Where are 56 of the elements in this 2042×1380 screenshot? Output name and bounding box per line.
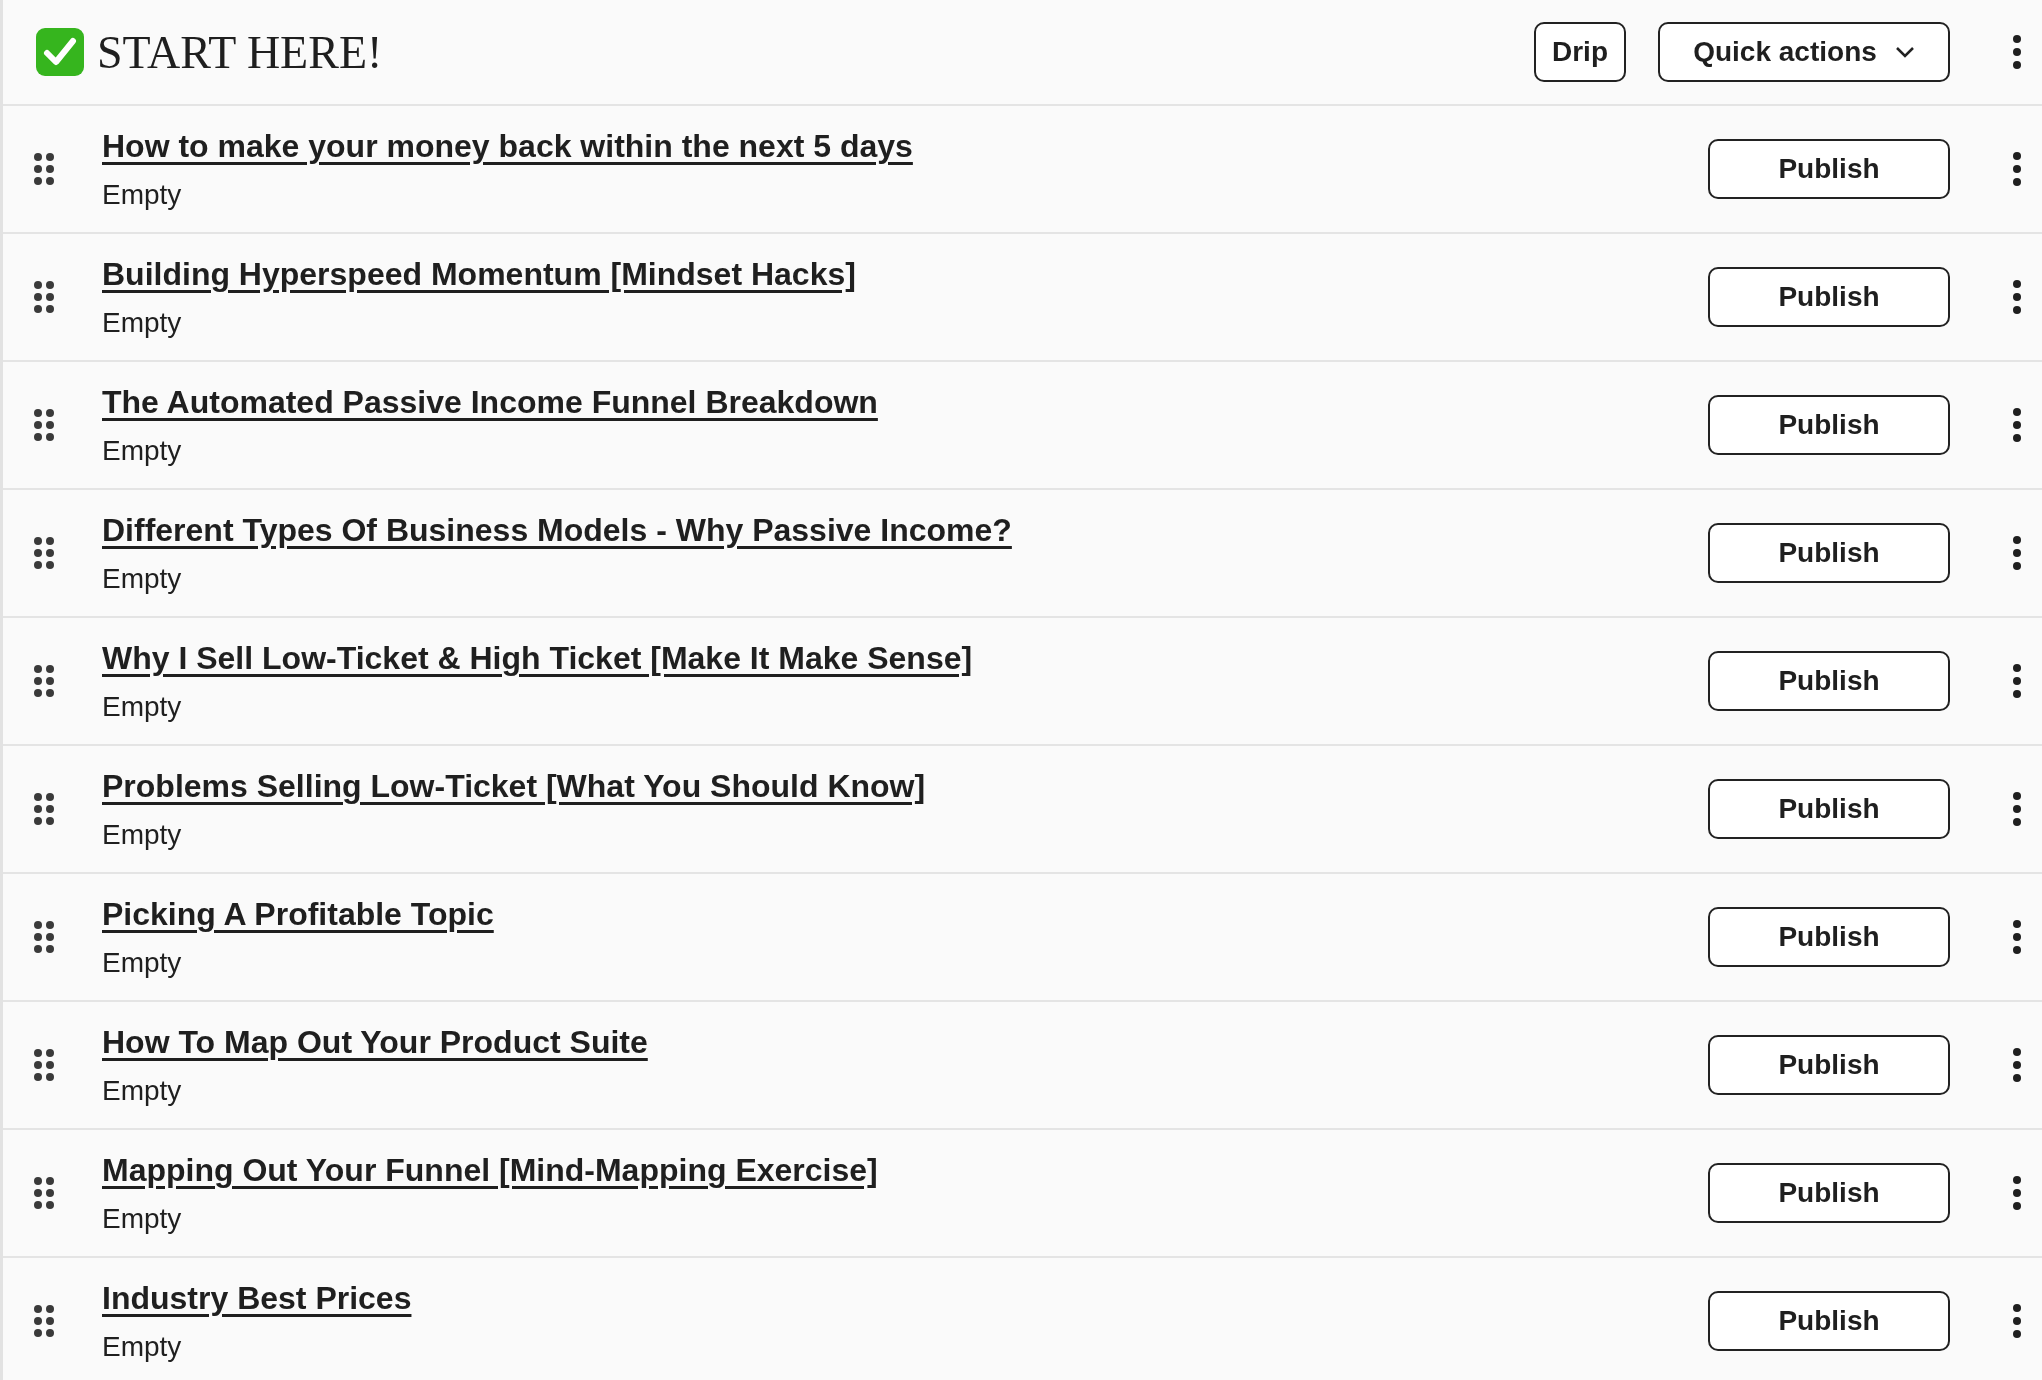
- publish-button[interactable]: Publish: [1708, 1291, 1950, 1351]
- lesson-link[interactable]: Problems Selling Low-Ticket [What You Should Know]: [102, 762, 926, 810]
- more-options-icon[interactable]: [2012, 151, 2022, 187]
- drag-handle-icon[interactable]: [33, 536, 55, 570]
- lesson-status: Empty: [102, 1330, 182, 1364]
- drag-handle-icon[interactable]: [33, 1304, 55, 1338]
- more-options-icon[interactable]: [2012, 919, 2022, 955]
- drag-handle-icon[interactable]: [33, 280, 55, 314]
- lesson-status: Empty: [102, 690, 182, 724]
- publish-button[interactable]: Publish: [1708, 139, 1950, 199]
- lesson-status: Empty: [102, 1074, 182, 1108]
- publish-button[interactable]: Publish: [1708, 651, 1950, 711]
- section-title: START HERE!: [97, 25, 383, 80]
- lesson-link[interactable]: Why I Sell Low-Ticket & High Ticket [Make It Make Sense]: [102, 634, 973, 682]
- drag-handle-icon[interactable]: [33, 408, 55, 442]
- lesson-status: Empty: [102, 562, 182, 596]
- drip-button[interactable]: Drip: [1534, 22, 1626, 82]
- lesson-status: Empty: [102, 946, 182, 980]
- lesson-link[interactable]: Mapping Out Your Funnel [Mind-Mapping Exercise]: [102, 1146, 878, 1194]
- lesson-link[interactable]: Industry Best Prices: [102, 1274, 412, 1322]
- more-options-icon[interactable]: [2012, 663, 2022, 699]
- drag-handle-icon[interactable]: [33, 792, 55, 826]
- publish-button[interactable]: Publish: [1708, 779, 1950, 839]
- publish-button[interactable]: Publish: [1708, 1163, 1950, 1223]
- drag-handle-icon[interactable]: [33, 1048, 55, 1082]
- more-options-icon[interactable]: [2012, 791, 2022, 827]
- publish-button[interactable]: Publish: [1708, 907, 1950, 967]
- check-mark-icon: [35, 27, 85, 77]
- more-options-icon[interactable]: [2012, 1303, 2022, 1339]
- publish-button[interactable]: Publish: [1708, 1035, 1950, 1095]
- lesson-link[interactable]: Picking A Profitable Topic: [102, 890, 494, 938]
- publish-button[interactable]: Publish: [1708, 523, 1950, 583]
- drag-handle-icon[interactable]: [33, 664, 55, 698]
- lesson-status: Empty: [102, 306, 182, 340]
- lesson-link[interactable]: Building Hyperspeed Momentum [Mindset Hacks]: [102, 250, 856, 298]
- more-options-icon[interactable]: [2012, 407, 2022, 443]
- quick-actions-button[interactable]: Quick actions: [1658, 22, 1950, 82]
- lesson-status: Empty: [102, 178, 182, 212]
- drag-handle-icon[interactable]: [33, 152, 55, 186]
- lesson-status: Empty: [102, 1202, 182, 1236]
- chevron-down-icon: [1894, 46, 1915, 58]
- more-options-icon[interactable]: [2012, 1047, 2022, 1083]
- lesson-status: Empty: [102, 818, 182, 852]
- more-options-icon[interactable]: [2012, 1175, 2022, 1211]
- lesson-link[interactable]: Different Types Of Business Models - Why Passive Income?: [102, 506, 1012, 554]
- lesson-status: Empty: [102, 434, 182, 468]
- lesson-link[interactable]: How To Map Out Your Product Suite: [102, 1018, 648, 1066]
- lesson-link[interactable]: The Automated Passive Income Funnel Breakdown: [102, 378, 878, 426]
- lesson-link[interactable]: How to make your money back within the next 5 days: [102, 122, 913, 170]
- drag-handle-icon[interactable]: [33, 1176, 55, 1210]
- publish-button[interactable]: Publish: [1708, 395, 1950, 455]
- publish-button[interactable]: Publish: [1708, 267, 1950, 327]
- more-options-icon[interactable]: [2012, 535, 2022, 571]
- drag-handle-icon[interactable]: [33, 920, 55, 954]
- more-options-icon[interactable]: [2012, 34, 2022, 70]
- more-options-icon[interactable]: [2012, 279, 2022, 315]
